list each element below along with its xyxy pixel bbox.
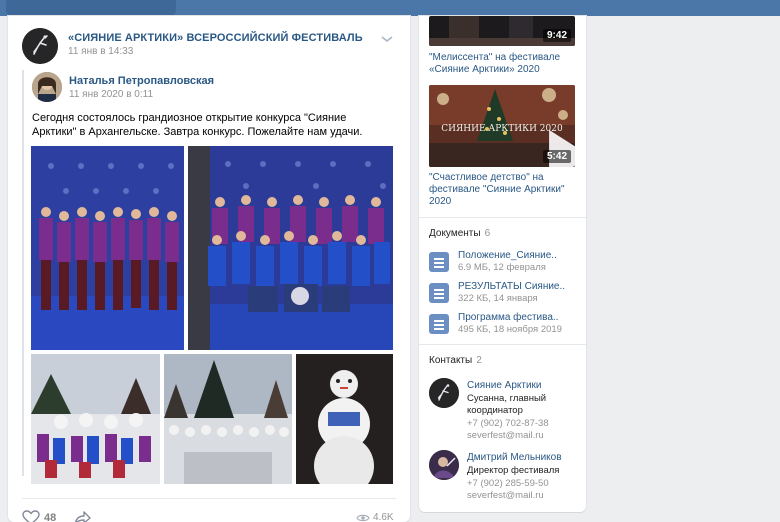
contact-role: координатор <box>467 405 523 416</box>
document-item[interactable]: Программа фестива.. 495 КБ, 18 ноября 20… <box>429 312 579 336</box>
video-thumb-1[interactable]: 9:42 <box>429 16 575 46</box>
top-header-bar <box>0 0 780 16</box>
repost-author-link[interactable]: Наталья Петропавловская <box>69 75 214 87</box>
post-photo-2[interactable] <box>188 146 393 350</box>
contact-avatar[interactable] <box>429 450 459 480</box>
sidebar-divider <box>419 217 586 218</box>
contact-email[interactable]: severfest@mail.ru <box>467 430 544 442</box>
contact-phone: +7 (902) 285-59-50 <box>467 478 549 489</box>
post-footer-divider <box>22 498 396 499</box>
document-name[interactable]: РЕЗУЛЬТАТЫ Сияние.. <box>458 281 565 292</box>
group-name-link[interactable]: «СИЯНИЕ АРКТИКИ» ВСЕРОССИЙСКИЙ ФЕСТИВАЛЬ <box>68 32 363 44</box>
contact-role: Директор фестиваля <box>467 465 560 476</box>
video-title-1[interactable]: "Мелиссента" на фестивале «Сияние Арктик… <box>429 52 579 76</box>
post-date[interactable]: 11 янв в 14:33 <box>68 46 133 57</box>
documents-count: 6 <box>484 228 491 239</box>
right-sidebar: 9:42 "Мелиссента" на фестивале «Сияние А… <box>419 16 586 512</box>
like-count[interactable]: 48 <box>44 512 56 522</box>
document-meta: 322 КБ, 14 января <box>458 293 538 304</box>
document-item[interactable]: Положение_Сияние.. 6.9 МБ, 12 февраля <box>429 250 579 274</box>
post-text: Сегодня состоялось грандиозное открытие … <box>32 112 363 138</box>
document-meta: 495 КБ, 18 ноября 2019 <box>458 324 562 335</box>
contacts-count: 2 <box>476 355 482 366</box>
contacts-label: Контакты <box>429 355 473 366</box>
document-item[interactable]: РЕЗУЛЬТАТЫ Сияние.. 322 КБ, 14 января <box>429 281 579 305</box>
documents-label: Документы <box>429 228 481 239</box>
video-duration-2: 5:42 <box>542 150 571 163</box>
video-title-2[interactable]: "Счастливое детство" на фестивале "Сияни… <box>429 172 579 208</box>
post-photo-3[interactable] <box>31 354 160 484</box>
contact-phone: +7 (902) 702-87-38 <box>467 418 549 429</box>
group-avatar[interactable] <box>22 28 58 64</box>
repost-date[interactable]: 11 янв 2020 в 0:11 <box>69 89 153 100</box>
documents-header[interactable]: Документы 6 <box>429 228 490 239</box>
eye-icon <box>356 514 370 522</box>
document-name[interactable]: Программа фестива.. <box>458 312 558 323</box>
chevron-down-icon[interactable] <box>380 34 394 44</box>
sidebar-divider <box>419 344 586 345</box>
document-meta: 6.9 МБ, 12 февраля <box>458 262 546 273</box>
repost-border <box>22 70 24 476</box>
heart-icon[interactable] <box>22 510 40 522</box>
video-duration-1: 9:42 <box>542 29 571 42</box>
document-name[interactable]: Положение_Сияние.. <box>458 250 557 261</box>
contact-name[interactable]: Сияние Арктики <box>467 380 542 391</box>
video-thumb-2[interactable]: СИЯНИЕ АРКТИКИ 2020 5:42 <box>429 85 575 167</box>
contacts-header[interactable]: Контакты 2 <box>429 355 482 366</box>
contact-name[interactable]: Дмитрий Мельников <box>467 452 562 463</box>
header-tab[interactable] <box>6 0 176 16</box>
contact-role: Сусанна, главный <box>467 393 547 404</box>
author-avatar[interactable] <box>32 72 62 102</box>
post-photo-4[interactable] <box>164 354 292 484</box>
post-photo-1[interactable] <box>31 146 184 350</box>
contact-email[interactable]: severfest@mail.ru <box>467 490 544 502</box>
wall-post: «СИЯНИЕ АРКТИКИ» ВСЕРОССИЙСКИЙ ФЕСТИВАЛЬ… <box>8 16 410 522</box>
contact-avatar[interactable] <box>429 378 459 408</box>
document-icon <box>429 283 449 303</box>
view-count: 4.6K <box>373 512 394 522</box>
document-icon <box>429 252 449 272</box>
document-icon <box>429 314 449 334</box>
post-photo-5[interactable] <box>296 354 393 484</box>
share-icon[interactable] <box>74 510 92 522</box>
